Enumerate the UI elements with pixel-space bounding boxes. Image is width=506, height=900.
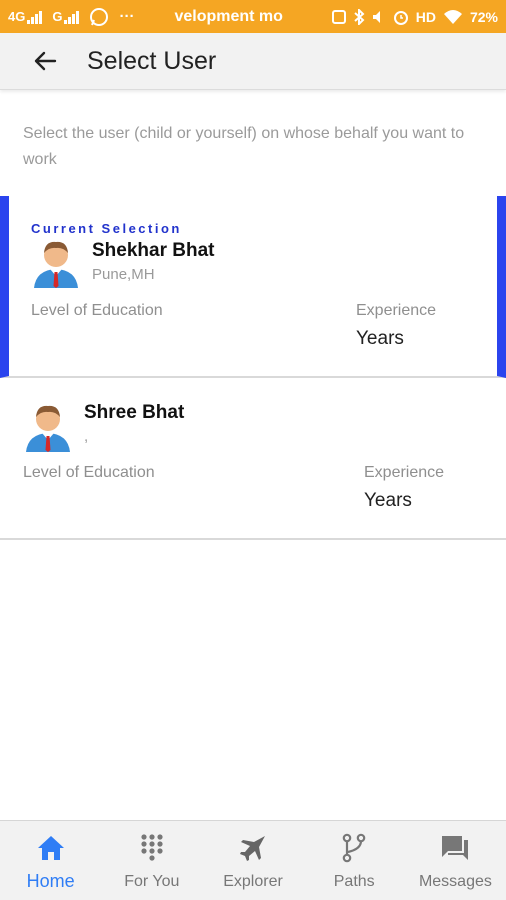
user-location: Pune,MH (92, 266, 155, 283)
notification-ticker: velopment mo (174, 7, 283, 25)
alarm-icon (393, 10, 408, 25)
user-card-shekhar[interactable]: Current Selection Shekhar Bhat Pune,MH L… (0, 196, 506, 378)
avatar-icon (34, 241, 78, 288)
nav-label: Messages (418, 873, 492, 890)
signal-bars-icon (64, 10, 80, 24)
nav-messages[interactable]: Messages (405, 821, 506, 900)
status-left: 4G G ··· (8, 7, 134, 27)
status-right: HD 72% (331, 8, 498, 25)
nav-paths[interactable]: Paths (304, 821, 405, 900)
current-selection-label: Current Selection (31, 221, 182, 236)
nav-home[interactable]: Home (0, 821, 101, 900)
more-notifications-icon: ··· (119, 8, 135, 25)
battery-percent: 72% (469, 8, 498, 25)
home-icon (36, 833, 66, 863)
network-indicator-1: 4G (8, 9, 43, 24)
user-card-shree[interactable]: Shree Bhat , Level of Education Experien… (0, 380, 506, 540)
education-label: Level of Education (23, 464, 155, 481)
back-button[interactable] (15, 33, 75, 90)
experience-value: Years (356, 328, 404, 349)
hd-indicator: HD (415, 8, 436, 25)
avatar-icon (26, 405, 70, 452)
network-type-label: 4G (8, 9, 26, 24)
arrow-left-icon (34, 51, 57, 71)
chat-icon (440, 833, 470, 863)
nav-label: For You (124, 873, 180, 890)
app-bar: Select User (0, 33, 506, 90)
experience-value: Years (364, 490, 412, 511)
network-indicator-2: G (52, 9, 80, 24)
network-type-label: G (52, 9, 63, 24)
nav-label: Home (26, 871, 75, 891)
signal-bars-icon (27, 10, 43, 24)
experience-label: Experience (356, 302, 437, 319)
mute-icon (372, 10, 380, 23)
nav-for-you[interactable]: For You (101, 821, 202, 900)
wifi-icon (443, 9, 462, 24)
bottom-nav: Home For You Explorer Paths Messages (0, 820, 506, 900)
nav-explorer[interactable]: Explorer (202, 821, 303, 900)
bluetooth-icon (354, 8, 365, 25)
fork-icon (339, 833, 369, 863)
education-label: Level of Education (31, 302, 163, 319)
airplane-icon (238, 833, 268, 863)
whatsapp-icon (90, 7, 109, 26)
nav-label: Explorer (223, 873, 283, 890)
dial-pad-icon (137, 833, 167, 863)
experience-label: Experience (364, 464, 445, 481)
vibrate-icon (331, 9, 346, 24)
user-name: Shree Bhat (84, 402, 185, 423)
page-title: Select User (87, 46, 217, 75)
nav-label: Paths (333, 873, 375, 890)
intro-text: Select the user (child or yourself) on w… (23, 125, 465, 168)
user-location: , (84, 428, 89, 445)
status-bar: 4G G ··· velopment mo HD 72% (0, 0, 506, 33)
user-name: Shekhar Bhat (92, 240, 215, 261)
